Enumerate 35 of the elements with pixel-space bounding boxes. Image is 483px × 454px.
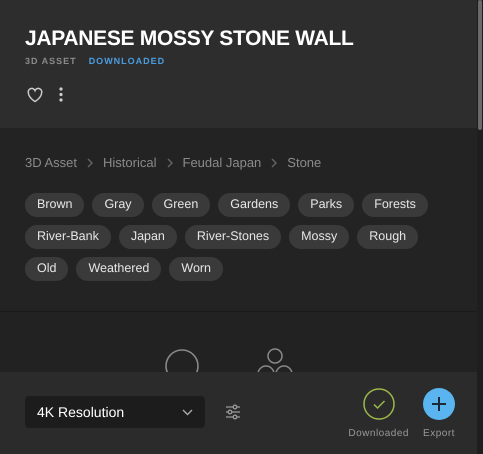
tag-chip[interactable]: River-Bank [25,224,111,248]
tag-chip[interactable]: Gray [92,192,144,216]
tag-chip[interactable]: Forests [362,192,428,216]
plus-icon [423,388,455,420]
breadcrumb-link[interactable]: Historical [103,153,156,172]
tag-chip[interactable]: Green [152,192,210,216]
tag-chip[interactable]: Worn [169,256,224,280]
breadcrumb-link[interactable]: 3D Asset [25,153,78,172]
download-status: DOWNLOADED [88,55,166,68]
tag-chip[interactable]: Rough [357,224,418,248]
export-button[interactable]: Export [423,388,455,441]
downloaded-button[interactable]: Downloaded [348,388,409,441]
tag-chip[interactable]: Japan [118,224,177,248]
check-circle-icon [362,388,395,420]
chevron-right-icon [87,158,94,168]
tag-chip[interactable]: Parks [298,192,354,216]
tag-chip[interactable]: Brown [25,192,84,216]
tag-chip[interactable]: Gardens [218,192,290,216]
chevron-right-icon [271,158,278,168]
more-icon[interactable] [59,87,63,102]
settings-sliders-icon[interactable] [225,404,241,420]
breadcrumb-link[interactable]: Stone [287,153,322,172]
chevron-down-icon [182,408,193,416]
chevron-right-icon [166,158,172,168]
favorite-button[interactable] [25,84,45,104]
resolution-select[interactable]: 4K Resolution [25,396,205,428]
breadcrumb-link[interactable]: Feudal Japan [182,153,262,172]
asset-title: JAPANESE MOSSY STONE WALL [25,26,355,52]
tag-chip[interactable]: Weathered [76,256,162,280]
tag-chip[interactable]: Mossy [289,224,350,248]
scrollbar-thumb[interactable] [478,0,482,130]
tag-chip[interactable]: River-Stones [184,224,282,248]
asset-type: 3D ASSET [25,55,77,68]
tag-chip[interactable]: Old [25,256,68,280]
users-icon [256,348,294,372]
